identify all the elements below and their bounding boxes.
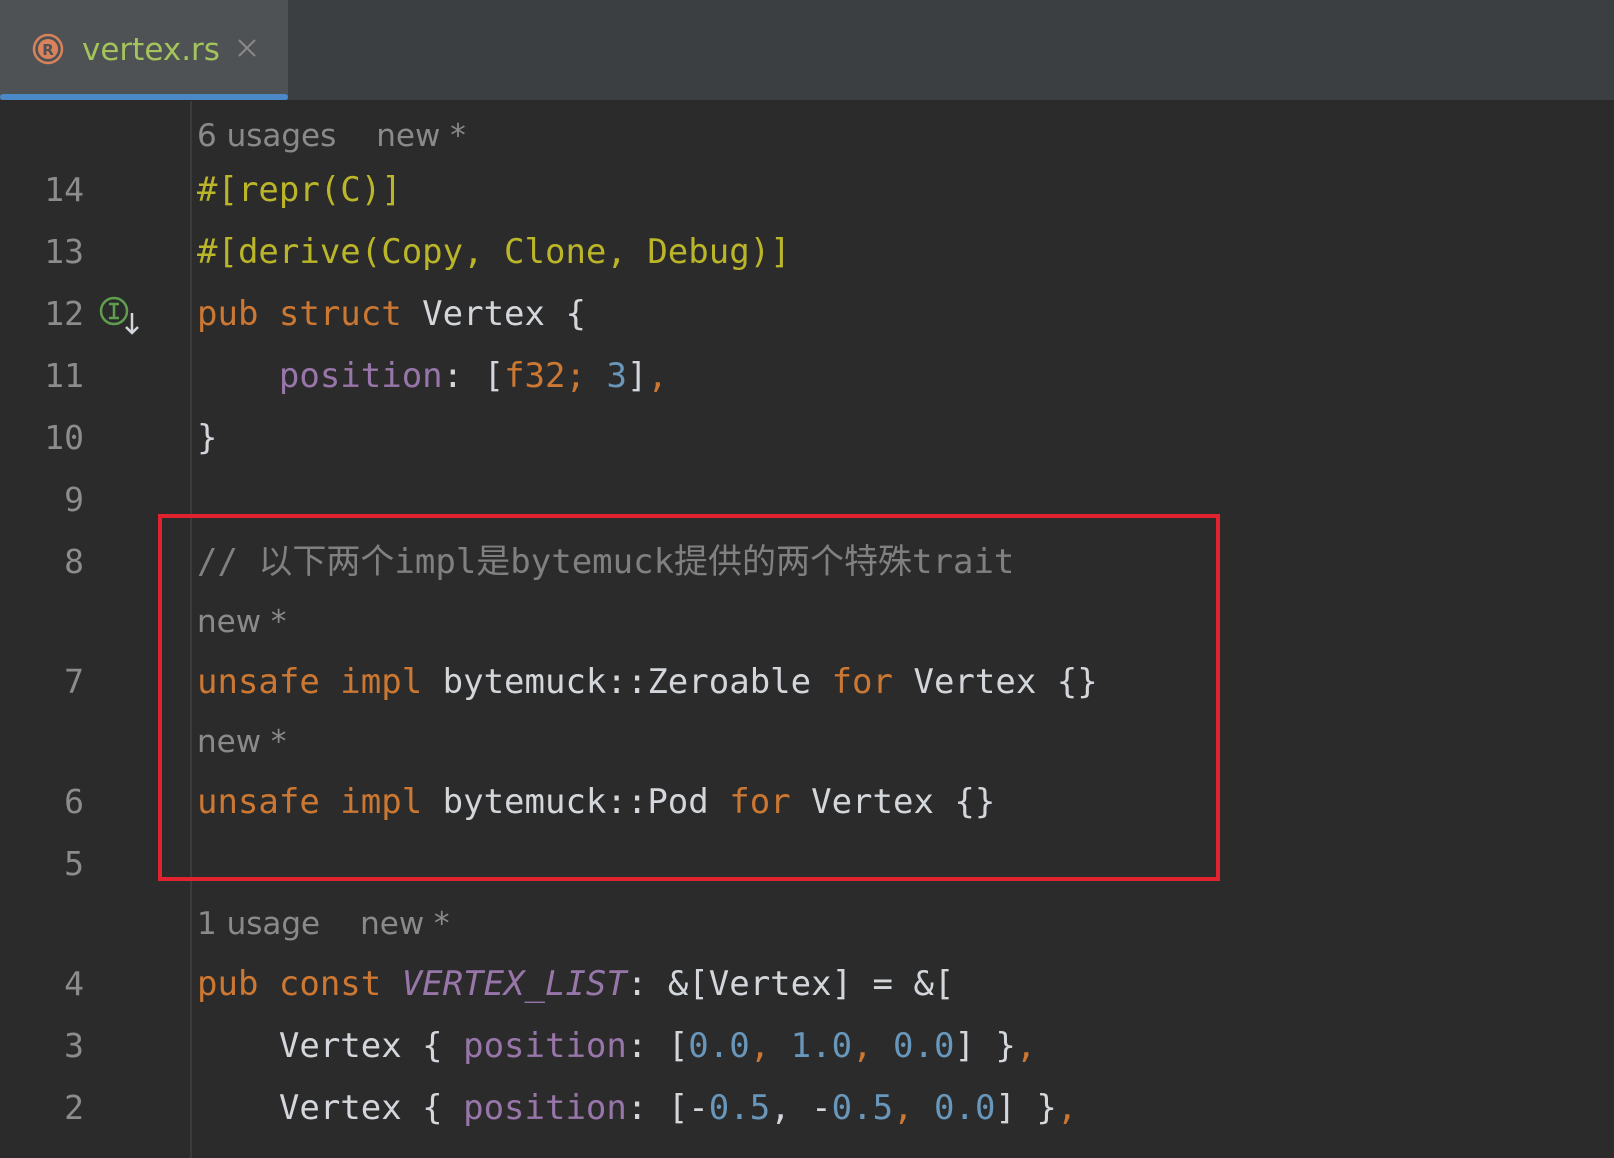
code-text[interactable]: Vertex { position: [-0.5, -0.5, 0.0] }, (197, 1077, 1077, 1139)
code-vision-hint[interactable]: 6 usages new * (197, 105, 466, 167)
code-line: 13 #[derive(Copy, Clone, Debug)] (0, 221, 1614, 283)
code-text[interactable]: #[derive(Copy, Clone, Debug)] (197, 221, 791, 283)
line-number: 7 (64, 662, 84, 701)
code-text[interactable]: } (197, 407, 217, 469)
code-line: 11 position: [f32; 3], (0, 345, 1614, 407)
line-number: 9 (64, 480, 84, 519)
line-number: 13 (44, 232, 84, 271)
line-number: 6 (64, 782, 84, 821)
implemented-trait-icon[interactable] (98, 295, 144, 337)
code-line: 4 pub const VERTEX_LIST: &[Vertex] = &[ (0, 953, 1614, 1015)
line-number: 11 (44, 356, 84, 395)
highlight-box (158, 514, 1220, 881)
code-line: 12 pub struct Vertex { (0, 283, 1614, 345)
line-number: 4 (64, 964, 84, 1003)
code-line: 10 } (0, 407, 1614, 469)
code-text[interactable]: position: [f32; 3], (197, 345, 668, 407)
code-editor[interactable]: 6 usages new * 14 #[repr(C)] 13 #[derive(… (0, 101, 1614, 1158)
line-number: 3 (64, 1026, 84, 1065)
line-number: 5 (64, 844, 84, 883)
tab-vertex-rs[interactable]: R vertex.rs (0, 0, 288, 100)
code-line: 2 Vertex { position: [-0.5, -0.5, 0.0] }… (0, 1077, 1614, 1139)
code-line: 3 Vertex { position: [0.0, 1.0, 0.0] }, (0, 1015, 1614, 1077)
line-number: 2 (64, 1088, 84, 1127)
line-number: 8 (64, 542, 84, 581)
active-tab-indicator (0, 94, 288, 100)
code-text[interactable]: pub struct Vertex { (197, 283, 586, 345)
code-text[interactable]: #[repr(C)] (197, 159, 402, 221)
line-number: 10 (44, 418, 84, 457)
rust-file-icon: R (32, 33, 64, 65)
code-vision-hint[interactable]: 1 usage new * (197, 893, 450, 955)
close-icon[interactable] (236, 37, 258, 59)
inlay-hint-row: 1 usage new * (0, 893, 1614, 955)
code-text[interactable]: Vertex { position: [0.0, 1.0, 0.0] }, (197, 1015, 1037, 1077)
code-text[interactable]: pub const VERTEX_LIST: &[Vertex] = &[ (197, 953, 954, 1015)
tab-title: vertex.rs (82, 32, 220, 68)
editor-tab-bar: R vertex.rs (0, 0, 1614, 101)
line-number: 14 (44, 170, 84, 209)
line-number: 12 (44, 294, 84, 333)
code-line: 14 #[repr(C)] (0, 159, 1614, 221)
svg-text:R: R (42, 41, 54, 59)
inlay-hint-row: 6 usages new * (0, 105, 1614, 167)
